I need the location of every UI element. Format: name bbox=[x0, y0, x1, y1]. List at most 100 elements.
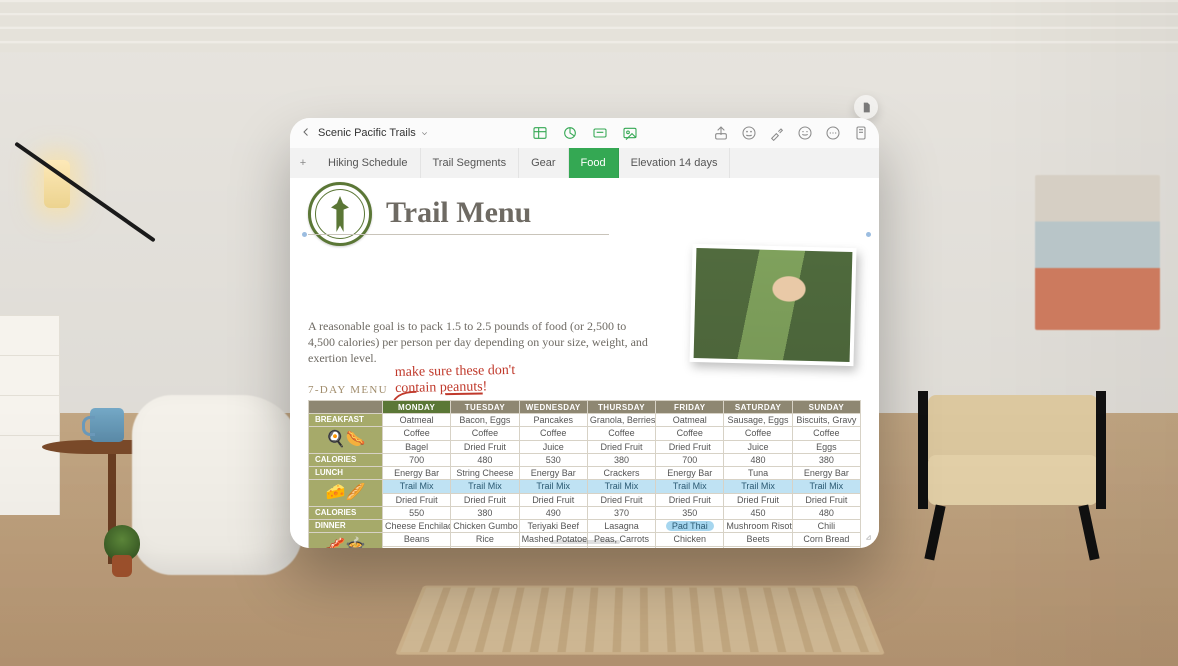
table-cell[interactable]: Crème Brûlée bbox=[724, 546, 792, 548]
table-cell[interactable]: Lemon Tart bbox=[519, 546, 587, 548]
table-cell[interactable]: Apple Crisp bbox=[383, 546, 451, 548]
inspector-icon[interactable] bbox=[853, 125, 869, 141]
tab-gear[interactable]: Gear bbox=[519, 148, 568, 178]
column-header[interactable]: SATURDAY bbox=[724, 401, 792, 414]
collaborate-icon[interactable] bbox=[741, 125, 757, 141]
table-cell[interactable]: Coffee bbox=[587, 427, 655, 441]
table-cell[interactable]: Dried Fruit bbox=[587, 493, 655, 507]
window-grab-handle[interactable] bbox=[550, 540, 620, 544]
table-cell[interactable]: Coffee bbox=[519, 427, 587, 441]
share-icon[interactable] bbox=[713, 125, 729, 141]
tab-elevation-14-days[interactable]: Elevation 14 days bbox=[619, 148, 731, 178]
column-header[interactable] bbox=[309, 401, 383, 414]
table-cell[interactable]: Coffee bbox=[724, 427, 792, 441]
table-cell[interactable]: Energy Bar bbox=[656, 467, 724, 480]
column-header[interactable]: MONDAY bbox=[383, 401, 451, 414]
table-cell[interactable]: Banana Pie bbox=[792, 546, 860, 548]
table-cell[interactable]: Dried Fruit bbox=[724, 493, 792, 507]
table-cell[interactable]: Trail Mix bbox=[724, 480, 792, 494]
table-cell[interactable]: Granola, Berries bbox=[587, 414, 655, 427]
table-cell[interactable]: Rice bbox=[451, 533, 519, 547]
table-cell[interactable]: Dried Fruit bbox=[792, 493, 860, 507]
table-cell[interactable]: Dried Fruit bbox=[383, 493, 451, 507]
table-cell[interactable]: Dried Fruit bbox=[656, 493, 724, 507]
menu-table[interactable]: MONDAYTUESDAYWEDNESDAYTHURSDAYFRIDAYSATU… bbox=[308, 400, 861, 548]
table-cell[interactable]: Bagel bbox=[383, 440, 451, 454]
table-cell[interactable]: Beets bbox=[724, 533, 792, 547]
table-cell[interactable]: Brownie bbox=[587, 546, 655, 548]
hiker-photo[interactable] bbox=[689, 244, 856, 366]
table-cell[interactable]: Lasagna bbox=[587, 520, 655, 533]
table-cell[interactable]: Energy Bar bbox=[792, 467, 860, 480]
column-header[interactable]: TUESDAY bbox=[451, 401, 519, 414]
document-title[interactable]: Scenic Pacific Trails bbox=[318, 127, 429, 139]
table-cell[interactable]: 490 bbox=[519, 507, 587, 520]
table-cell[interactable]: Chicken bbox=[656, 533, 724, 547]
tab-food[interactable]: Food bbox=[569, 148, 619, 178]
table-cell[interactable]: Energy Bar bbox=[519, 467, 587, 480]
table-cell[interactable]: 480 bbox=[792, 507, 860, 520]
table-cell[interactable]: Coffee bbox=[656, 427, 724, 441]
table-cell[interactable]: Dried Fruit bbox=[451, 493, 519, 507]
table-cell[interactable]: Bacon, Eggs bbox=[451, 414, 519, 427]
table-cell[interactable]: 530 bbox=[519, 454, 587, 467]
insert-image-icon[interactable] bbox=[622, 125, 638, 141]
table-cell[interactable]: Trail Mix bbox=[792, 480, 860, 494]
table-cell[interactable]: Trail Mix bbox=[519, 480, 587, 494]
format-icon[interactable] bbox=[769, 125, 785, 141]
table-cell[interactable]: Energy Bar bbox=[383, 467, 451, 480]
table-cell[interactable]: 350 bbox=[656, 507, 724, 520]
table-cell[interactable]: Biscuits, Gravy bbox=[792, 414, 860, 427]
table-cell[interactable]: Crackers bbox=[587, 467, 655, 480]
column-header[interactable]: SUNDAY bbox=[792, 401, 860, 414]
table-cell[interactable]: Chicken Gumbo bbox=[451, 520, 519, 533]
table-cell[interactable]: Coffee bbox=[451, 427, 519, 441]
table-cell[interactable]: Tuna bbox=[724, 467, 792, 480]
table-cell[interactable]: 450 bbox=[724, 507, 792, 520]
tab-hiking-schedule[interactable]: Hiking Schedule bbox=[316, 148, 421, 178]
table-cell[interactable]: 380 bbox=[587, 454, 655, 467]
table-cell[interactable]: Trail Mix bbox=[656, 480, 724, 494]
table-cell[interactable]: String Cheese bbox=[451, 467, 519, 480]
table-cell[interactable]: Chili bbox=[792, 520, 860, 533]
table-cell[interactable]: Pad Thai bbox=[656, 520, 724, 533]
table-cell[interactable]: Dried Fruit bbox=[519, 493, 587, 507]
column-header[interactable]: WEDNESDAY bbox=[519, 401, 587, 414]
sheet-canvas[interactable]: Trail Menu A reasonable goal is to pack … bbox=[290, 178, 879, 548]
table-cell[interactable]: Trail Mix bbox=[383, 480, 451, 494]
table-cell[interactable]: Dried Fruit bbox=[656, 440, 724, 454]
more-icon[interactable] bbox=[825, 125, 841, 141]
emoji-icon[interactable] bbox=[797, 125, 813, 141]
table-cell[interactable]: Eggs bbox=[792, 440, 860, 454]
insert-chart-icon[interactable] bbox=[562, 125, 578, 141]
tab-trail-segments[interactable]: Trail Segments bbox=[421, 148, 520, 178]
table-cell[interactable]: Pancakes bbox=[519, 414, 587, 427]
column-header[interactable]: THURSDAY bbox=[587, 401, 655, 414]
table-cell[interactable]: Oatmeal bbox=[656, 414, 724, 427]
table-cell[interactable]: Dried Fruit bbox=[451, 440, 519, 454]
table-cell[interactable]: Cheese Enchilada bbox=[383, 520, 451, 533]
table-cell[interactable]: Juice bbox=[724, 440, 792, 454]
table-cell[interactable]: 380 bbox=[451, 507, 519, 520]
insert-table-icon[interactable] bbox=[532, 125, 548, 141]
table-cell[interactable]: 480 bbox=[724, 454, 792, 467]
table-cell[interactable]: 550 bbox=[383, 507, 451, 520]
table-cell[interactable]: Teriyaki Beef bbox=[519, 520, 587, 533]
spatial-context-button[interactable] bbox=[854, 95, 878, 119]
table-cell[interactable]: 370 bbox=[587, 507, 655, 520]
column-header[interactable]: FRIDAY bbox=[656, 401, 724, 414]
back-button[interactable] bbox=[300, 126, 312, 141]
table-cell[interactable]: Coffee bbox=[383, 427, 451, 441]
table-cell[interactable]: 700 bbox=[383, 454, 451, 467]
resize-handle[interactable] bbox=[857, 526, 873, 542]
table-cell[interactable]: 700 bbox=[656, 454, 724, 467]
table-cell[interactable]: Sausage, Eggs bbox=[724, 414, 792, 427]
add-sheet-button[interactable]: + bbox=[290, 148, 316, 178]
table-cell[interactable]: Corn Bread bbox=[792, 533, 860, 547]
table-cell[interactable]: Mushroom Risotto bbox=[724, 520, 792, 533]
table-cell[interactable]: Beans bbox=[383, 533, 451, 547]
table-cell[interactable]: 480 bbox=[451, 454, 519, 467]
table-cell[interactable]: Oatmeal bbox=[383, 414, 451, 427]
table-cell[interactable]: Trail Mix bbox=[451, 480, 519, 494]
table-cell[interactable]: Dried Fruit bbox=[587, 440, 655, 454]
